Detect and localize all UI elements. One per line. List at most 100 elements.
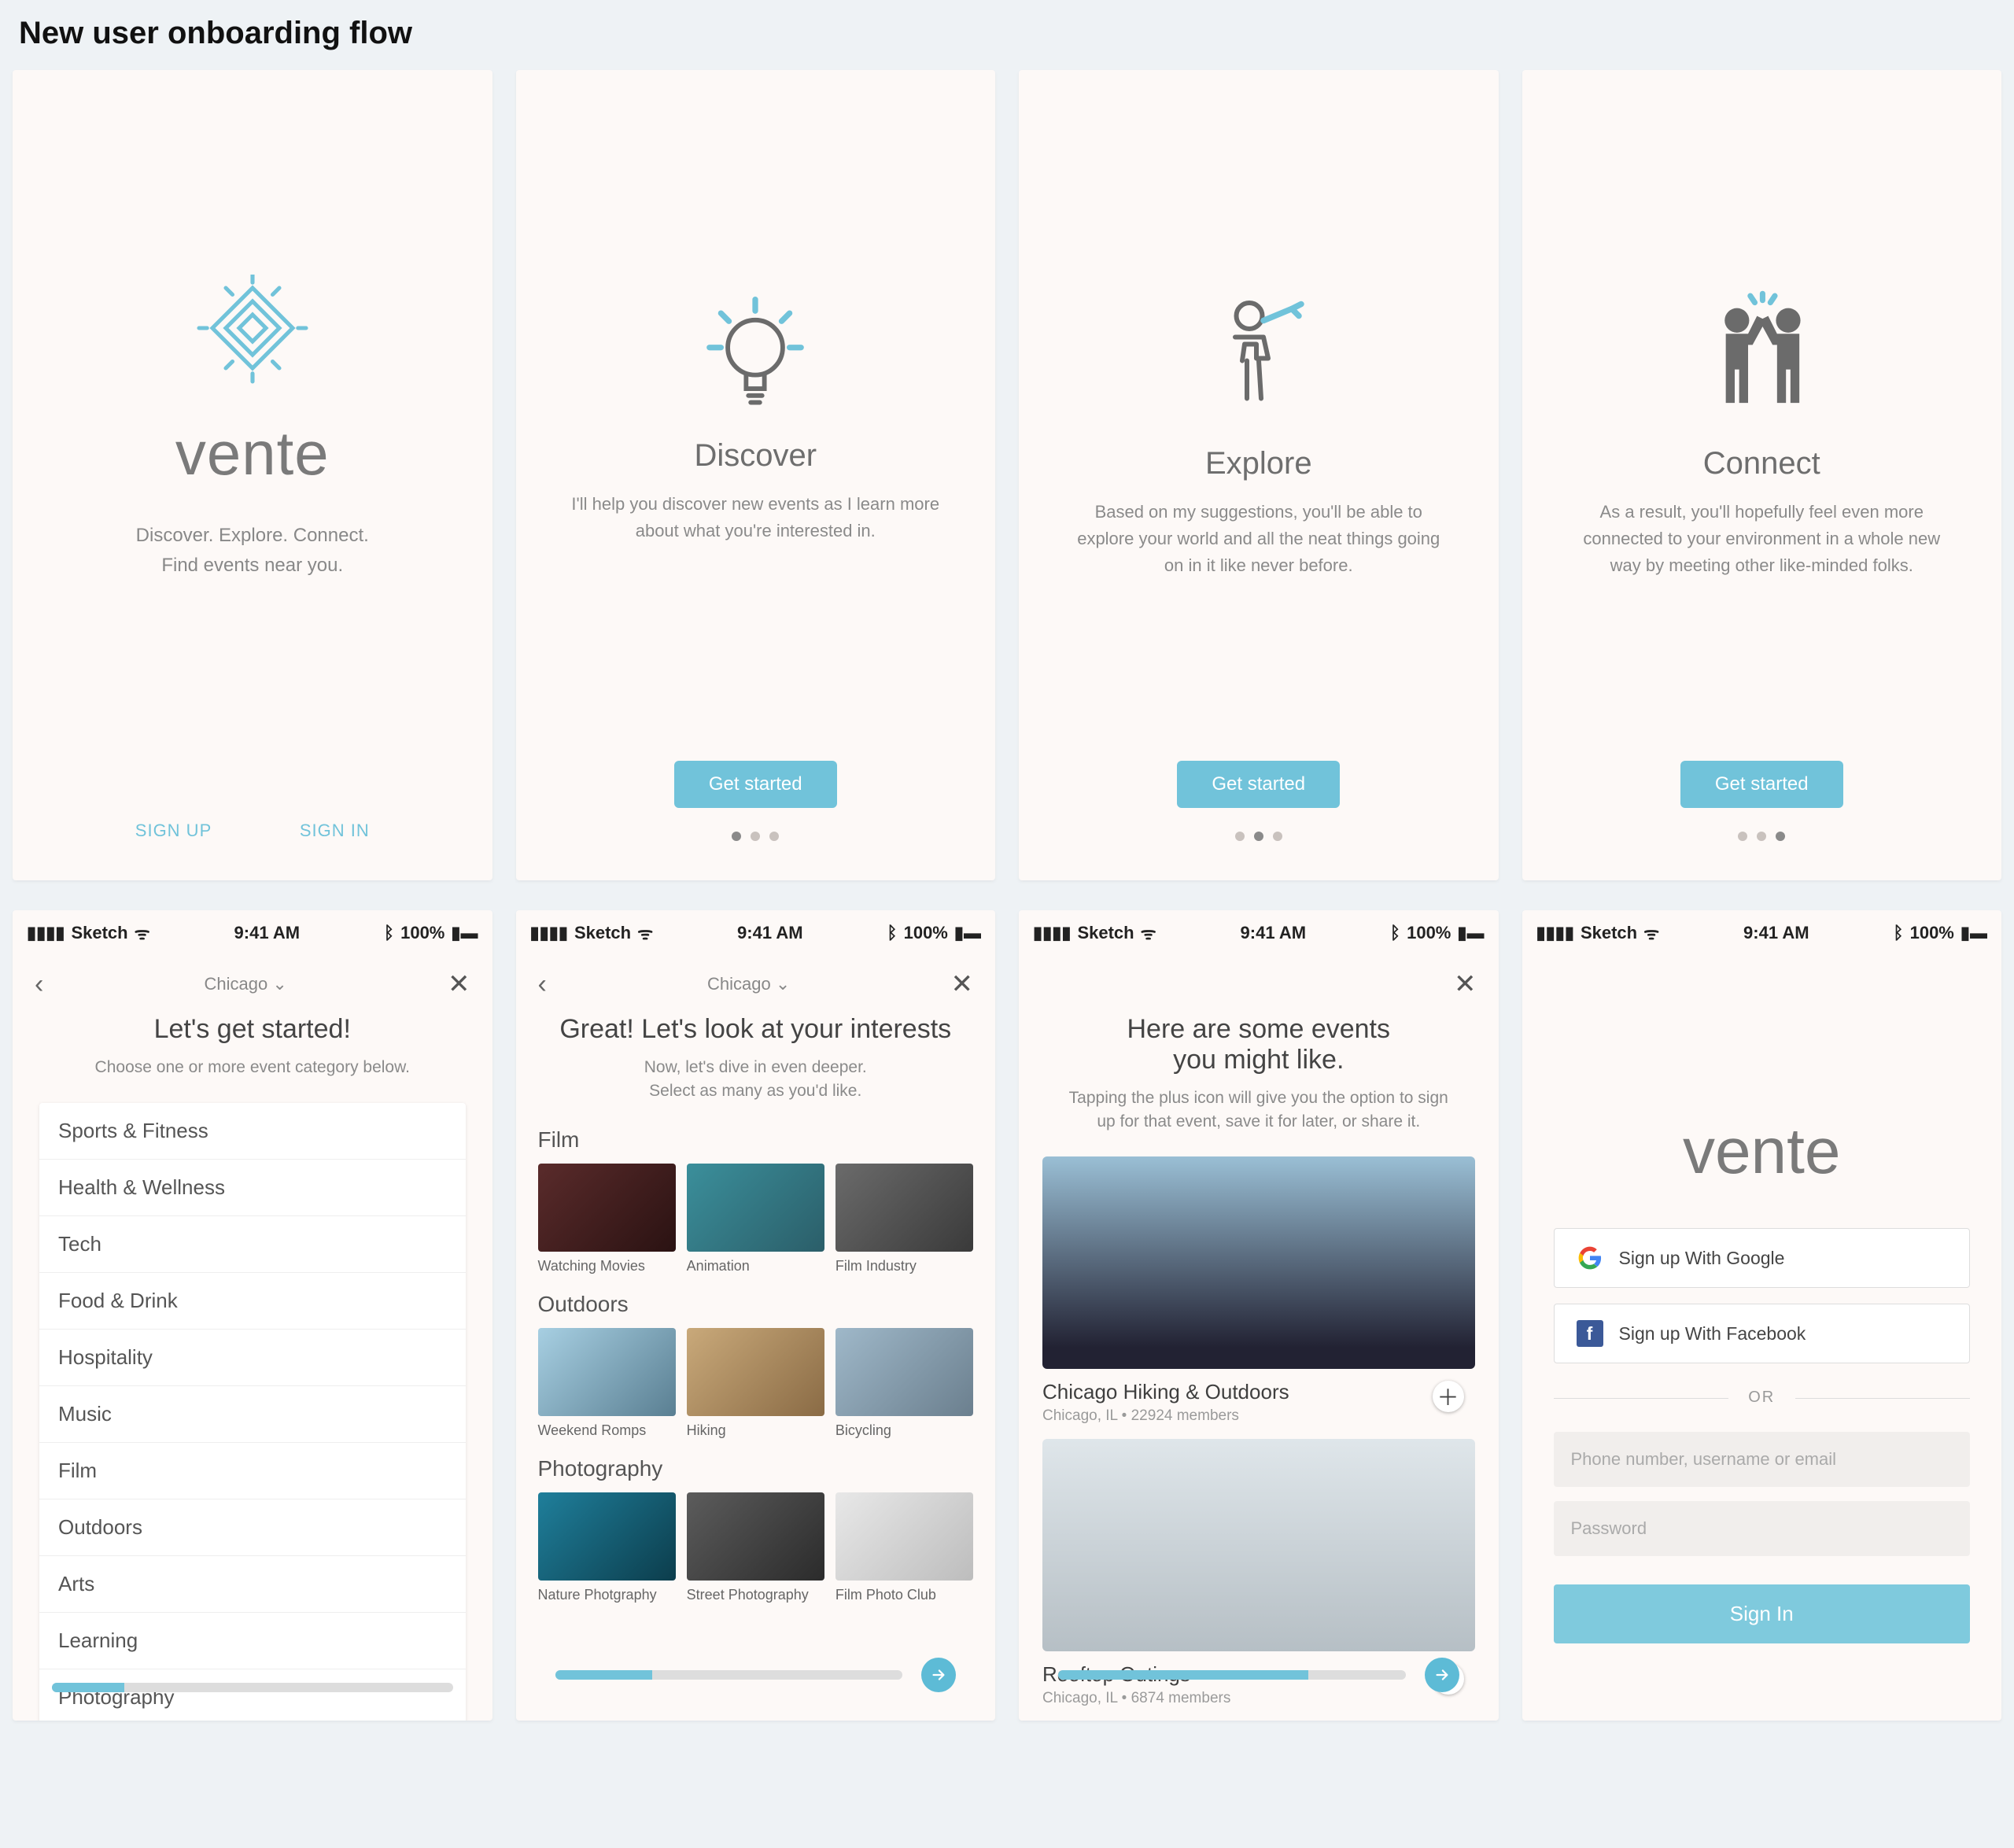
lightbulb-icon <box>696 290 814 416</box>
facebook-icon: f <box>1577 1320 1603 1347</box>
chevron-down-icon: ⌄ <box>272 974 286 994</box>
signal-icon: ▮▮▮▮ <box>1033 923 1071 943</box>
category-item[interactable]: Tech <box>39 1216 466 1273</box>
screen-connect: Connect As a result, you'll hopefully fe… <box>1522 70 2002 880</box>
facebook-signup-button[interactable]: f Sign up With Facebook <box>1554 1304 1971 1363</box>
interest-group-title: Film <box>538 1127 974 1153</box>
event-meta: Chicago, IL • 6874 members <box>1042 1690 1475 1707</box>
explorer-icon <box>1200 290 1318 424</box>
category-list: Sports & Fitness Health & Wellness Tech … <box>39 1103 466 1721</box>
city-picker[interactable]: Chicago ⌄ <box>707 974 790 994</box>
interest-tile[interactable]: Film Industry <box>835 1164 973 1274</box>
password-field[interactable] <box>1554 1501 1971 1556</box>
screen-discover: Discover I'll help you discover new even… <box>516 70 996 880</box>
onb-body: Based on my suggestions, you'll be able … <box>1074 499 1444 579</box>
city-picker[interactable]: Chicago ⌄ <box>205 974 287 994</box>
interest-tile[interactable]: Weekend Romps <box>538 1328 676 1439</box>
signin-button[interactable]: Sign In <box>1554 1584 1971 1643</box>
category-item[interactable]: Learning <box>39 1613 466 1669</box>
or-divider: OR <box>1554 1389 1971 1407</box>
screen-interests: ▮▮▮▮Sketchᯤ 9:41 AM ᛒ100%▮▬ ‹ Chicago ⌄ … <box>516 910 996 1721</box>
back-icon[interactable]: ‹ <box>35 976 43 992</box>
bluetooth-icon: ᛒ <box>887 923 897 943</box>
close-icon[interactable]: ✕ <box>1454 968 1477 1000</box>
interest-tile[interactable]: Nature Photgraphy <box>538 1492 676 1603</box>
battery-icon: ▮▬ <box>1961 923 1987 943</box>
step-title: Great! Let's look at your interests <box>516 1014 996 1045</box>
category-item[interactable]: Arts <box>39 1556 466 1613</box>
onb-body: I'll help you discover new events as I l… <box>570 491 940 544</box>
brand-logo <box>186 275 319 408</box>
step-title: Let's get started! <box>13 1014 492 1045</box>
onb-title: Explore <box>1205 446 1312 481</box>
bluetooth-icon: ᛒ <box>384 923 394 943</box>
interest-group-title: Outdoors <box>538 1292 974 1317</box>
category-item[interactable]: Photography <box>39 1669 466 1721</box>
brand-name: vente <box>1683 1115 1841 1189</box>
screen-explore: Explore Based on my suggestions, you'll … <box>1019 70 1499 880</box>
signal-icon: ▮▮▮▮ <box>1536 923 1574 943</box>
close-icon[interactable]: ✕ <box>950 968 973 1000</box>
category-item[interactable]: Health & Wellness <box>39 1160 466 1216</box>
status-bar: ▮▮▮▮Sketchᯤ 9:41 AM ᛒ100%▮▬ <box>13 910 492 950</box>
highfive-icon <box>1695 290 1828 424</box>
category-item[interactable]: Outdoors <box>39 1499 466 1556</box>
page-dots <box>1738 832 1785 841</box>
plus-icon[interactable]: ＋ <box>1433 1381 1464 1412</box>
battery-icon: ▮▬ <box>451 923 478 943</box>
screen-events: ▮▮▮▮Sketchᯤ 9:41 AM ᛒ100%▮▬ ✕ Here are s… <box>1019 910 1499 1721</box>
step-subtitle: Now, let's dive in even deeper.Select as… <box>516 1056 996 1104</box>
interest-group-title: Photography <box>538 1456 974 1481</box>
page-title: New user onboarding flow <box>0 9 2014 70</box>
progress-bar <box>1058 1670 1406 1680</box>
category-item[interactable]: Sports & Fitness <box>39 1103 466 1160</box>
wifi-icon: ᯤ <box>1643 921 1659 945</box>
step-title: Here are some eventsyou might like. <box>1019 1014 1499 1075</box>
next-button[interactable] <box>921 1658 956 1692</box>
status-bar: ▮▮▮▮Sketchᯤ 9:41 AM ᛒ100%▮▬ <box>516 910 996 950</box>
bluetooth-icon: ᛒ <box>1390 923 1400 943</box>
signal-icon: ▮▮▮▮ <box>27 923 65 943</box>
onb-body: As a result, you'll hopefully feel even … <box>1577 499 1946 579</box>
back-icon[interactable]: ‹ <box>538 976 547 992</box>
tagline: Discover. Explore. Connect. Find events … <box>136 521 369 581</box>
get-started-button[interactable]: Get started <box>1680 761 1843 808</box>
step-subtitle: Choose one or more event category below. <box>13 1056 492 1079</box>
interest-tile[interactable]: Street Photography <box>687 1492 824 1603</box>
battery-icon: ▮▬ <box>954 923 981 943</box>
interest-tile[interactable]: Bicycling <box>835 1328 973 1439</box>
category-item[interactable]: Music <box>39 1386 466 1443</box>
signin-link[interactable]: SIGN IN <box>300 821 370 841</box>
screen-welcome: vente Discover. Explore. Connect. Find e… <box>13 70 492 880</box>
chevron-down-icon: ⌄ <box>776 974 790 994</box>
get-started-button[interactable]: Get started <box>674 761 837 808</box>
google-signup-button[interactable]: Sign up With Google <box>1554 1228 1971 1288</box>
close-icon[interactable]: ✕ <box>448 968 470 1000</box>
category-item[interactable]: Hospitality <box>39 1330 466 1386</box>
status-bar: ▮▮▮▮Sketchᯤ 9:41 AM ᛒ100%▮▬ <box>1019 910 1499 950</box>
event-card[interactable]: ＋ Chicago Hiking & Outdoors Chicago, IL … <box>1042 1156 1475 1425</box>
wifi-icon: ᯤ <box>135 921 150 945</box>
signup-link[interactable]: SIGN UP <box>135 821 212 841</box>
username-field[interactable] <box>1554 1432 1971 1487</box>
bluetooth-icon: ᛒ <box>1893 923 1903 943</box>
get-started-button[interactable]: Get started <box>1177 761 1340 808</box>
google-icon <box>1577 1245 1603 1271</box>
interest-tile[interactable]: Watching Movies <box>538 1164 676 1274</box>
event-meta: Chicago, IL • 22924 members <box>1042 1407 1475 1425</box>
interest-tile[interactable]: Animation <box>687 1164 824 1274</box>
onb-title: Connect <box>1703 446 1820 481</box>
signal-icon: ▮▮▮▮ <box>530 923 568 943</box>
interest-tile[interactable]: Film Photo Club <box>835 1492 973 1603</box>
wifi-icon: ᯤ <box>1141 921 1156 945</box>
brand-name: vente <box>175 418 330 489</box>
event-title: Chicago Hiking & Outdoors <box>1042 1380 1475 1404</box>
interest-tile[interactable]: Hiking <box>687 1328 824 1439</box>
screen-signin: ▮▮▮▮Sketchᯤ 9:41 AM ᛒ100%▮▬ vente Sign u… <box>1522 910 2002 1721</box>
category-item[interactable]: Film <box>39 1443 466 1499</box>
category-item[interactable]: Food & Drink <box>39 1273 466 1330</box>
screen-categories: ▮▮▮▮Sketchᯤ 9:41 AM ᛒ100%▮▬ ‹ Chicago ⌄ … <box>13 910 492 1721</box>
next-button[interactable] <box>1425 1658 1459 1692</box>
progress-bar <box>555 1670 903 1680</box>
page-dots <box>1235 832 1282 841</box>
